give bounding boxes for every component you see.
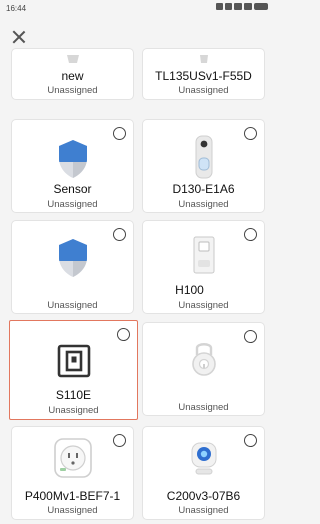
status-icons [216, 3, 268, 10]
device-card[interactable]: new Unassigned [11, 48, 134, 100]
device-name: C200v3-07B6 [166, 489, 241, 503]
device-name: TL135USv1-F55D [155, 69, 252, 83]
switch-icon [57, 344, 90, 378]
device-name: new [61, 69, 84, 83]
device-card[interactable]: Sensor Unassigned [11, 119, 134, 213]
device-status: Unassigned [178, 85, 229, 96]
device-name: S110E [55, 388, 92, 402]
select-radio[interactable] [117, 328, 130, 341]
device-status: Unassigned [47, 85, 98, 96]
device-card[interactable]: Unassigned [142, 322, 265, 416]
device-card[interactable]: D130-E1A6 Unassigned [142, 119, 265, 213]
device-card[interactable]: C200v3-07B6 Unassigned [142, 426, 265, 520]
plug-icon [53, 438, 92, 478]
select-radio[interactable] [244, 330, 257, 343]
device-status: Unassigned [47, 505, 98, 516]
select-radio[interactable] [244, 228, 257, 241]
device-status: Unassigned [178, 199, 229, 210]
close-icon[interactable] [9, 27, 29, 47]
device-icon [66, 55, 79, 63]
status-time: 16:44 [6, 4, 27, 13]
device-status: Unassigned [48, 405, 99, 416]
lock-icon [191, 343, 216, 376]
select-radio[interactable] [113, 127, 126, 140]
device-status: Unassigned [47, 199, 98, 210]
device-card[interactable]: TL135USv1-F55D Unassigned [142, 48, 265, 100]
mute-icon [216, 3, 223, 10]
device-card[interactable]: Unassigned [11, 220, 134, 314]
device-card[interactable]: H100 Unassigned [142, 220, 265, 314]
device-name: H100 [175, 283, 204, 297]
status-bar: 16:44 [0, 0, 274, 18]
battery-icon [254, 3, 268, 10]
select-radio[interactable] [244, 127, 257, 140]
device-card-selected[interactable]: S110E Unassigned [9, 320, 138, 420]
signal-icon [244, 3, 252, 10]
select-radio[interactable] [113, 434, 126, 447]
device-status: Unassigned [47, 300, 98, 311]
select-radio[interactable] [113, 228, 126, 241]
device-icon [199, 55, 208, 63]
shield-icon [58, 239, 87, 277]
device-name: Sensor [53, 182, 92, 196]
wifi-icon [225, 3, 232, 10]
device-status: Unassigned [178, 505, 229, 516]
hub-icon [193, 236, 214, 274]
device-name: P400Mv1-BEF7-1 [24, 489, 121, 503]
device-name: D130-E1A6 [172, 182, 235, 196]
doorbell-icon [195, 135, 212, 179]
select-radio[interactable] [244, 434, 257, 447]
camera-icon [191, 442, 216, 475]
device-status: Unassigned [178, 402, 229, 413]
device-card[interactable]: P400Mv1-BEF7-1 Unassigned [11, 426, 134, 520]
shield-icon [58, 140, 87, 178]
signal-icon [234, 3, 242, 10]
device-grid: new Unassigned TL135USv1-F55D Unassigned… [0, 48, 274, 524]
device-status: Unassigned [178, 300, 229, 311]
